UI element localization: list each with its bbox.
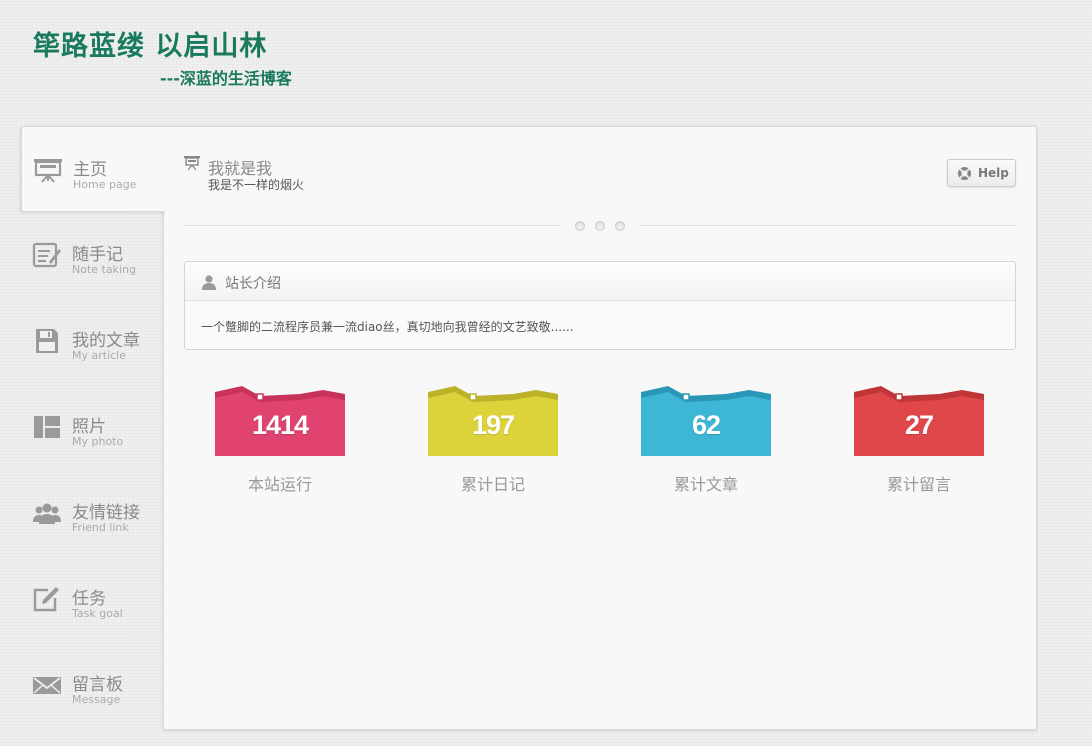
divider-dot [615, 221, 625, 231]
nav-sublabel: Message [72, 693, 121, 706]
help-label: Help [978, 166, 1009, 180]
intro-card: 站长介绍 一个蹩脚的二流程序员兼一流diao丝，真切地向我曾经的文艺致敬....… [184, 261, 1016, 350]
divider-line [184, 225, 560, 226]
gallery-icon [34, 416, 60, 438]
stat-value: 27 [904, 410, 934, 440]
nav-label: 任务 [72, 589, 106, 609]
stat-label: 本站运行 [247, 475, 312, 494]
floppy-disk-icon [36, 329, 58, 353]
stat-card-runtime: 1414 本站运行 [215, 384, 345, 494]
page-subtitle: 我是不一样的烟火 [208, 178, 305, 192]
group-icon [33, 503, 61, 524]
divider-dot [575, 221, 585, 231]
divider-dot [595, 221, 605, 231]
nav-sublabel: Home page [73, 178, 137, 191]
notepad-icon [32, 242, 61, 268]
stat-label: 累计日记 [460, 475, 525, 494]
nav-item-messages[interactable]: 留言板 Message [21, 642, 164, 728]
help-button[interactable]: Help [947, 159, 1016, 187]
nav-sublabel: My article [72, 349, 127, 362]
envelope-icon [33, 677, 61, 694]
intro-card-header: 站长介绍 [185, 262, 1015, 301]
nav-label: 我的文章 [72, 331, 140, 351]
nav-label: 留言板 [72, 675, 123, 695]
divider-line [640, 225, 1016, 226]
stat-card-diary: 197 累计日记 [428, 384, 558, 494]
nav-sublabel: My photo [72, 435, 124, 448]
lifebuoy-icon [957, 166, 972, 181]
stat-card-messages: 27 累计留言 [854, 384, 984, 494]
nav-label: 照片 [72, 417, 106, 437]
nav-item-tasks[interactable]: 任务 Task goal [21, 556, 164, 642]
nav-item-articles[interactable]: 我的文章 My article [21, 298, 164, 384]
intro-title: 站长介绍 [225, 276, 281, 292]
nav-item-notes[interactable]: 随手记 Note taking [21, 212, 164, 298]
presentation-board-icon [34, 159, 62, 183]
nav-label: 友情链接 [72, 503, 140, 523]
nav-sublabel: Friend link [72, 521, 129, 534]
nav-item-friends[interactable]: 友情链接 Friend link [21, 470, 164, 556]
stat-label: 累计留言 [886, 475, 951, 494]
presentation-board-icon [184, 156, 200, 171]
stat-value: 197 [471, 410, 515, 440]
stat-value: 62 [691, 410, 721, 440]
nav-label: 主页 [73, 160, 107, 180]
nav-sublabel: Task goal [72, 607, 123, 620]
nav-item-home[interactable]: 主页 Home page [21, 126, 165, 212]
edit-icon [33, 587, 59, 612]
nav-sublabel: Note taking [72, 263, 136, 276]
stat-label: 累计文章 [673, 475, 738, 494]
user-icon [202, 275, 216, 290]
stat-value: 1414 [251, 410, 309, 440]
nav-item-photos[interactable]: 照片 My photo [21, 384, 164, 470]
intro-text: 一个蹩脚的二流程序员兼一流diao丝，真切地向我曾经的文艺致敬...... [201, 320, 574, 334]
nav-label: 随手记 [72, 245, 123, 265]
site-title: 筚路蓝缕 以启山林 [33, 31, 268, 62]
site-subtitle: ---深蓝的生活博客 [160, 69, 292, 88]
stat-card-articles: 62 累计文章 [641, 384, 771, 494]
